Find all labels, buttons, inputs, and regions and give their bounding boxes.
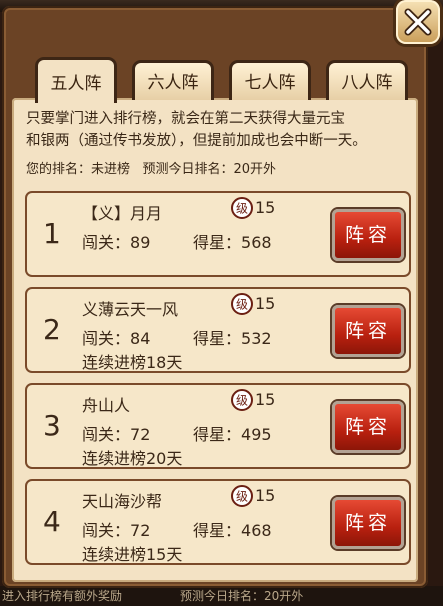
my-rank-info: 您的排名：未进榜 预测今日排名：20开外 [26, 158, 276, 177]
player-level: 15 [255, 390, 276, 409]
rank-row-1: 1 【义】月月 级 15 闯关：89 得星：568 阵容 [25, 191, 411, 277]
intro-line-2: 和银两（通过传书发放），但提前加成也会中断一天。 [26, 133, 367, 149]
svg-text:级: 级 [236, 298, 248, 312]
player-name: 天山海沙帮 [82, 492, 163, 511]
stars-stat: 得星：495 [193, 425, 272, 444]
close-button[interactable] [396, 0, 440, 44]
lineup-button[interactable]: 阵容 [332, 497, 404, 549]
player-level: 15 [255, 294, 276, 313]
player-level: 15 [255, 486, 276, 505]
rank-number: 2 [43, 313, 61, 346]
player-level: 15 [255, 198, 276, 217]
stage-stat: 闯关：84 [82, 329, 151, 348]
tab-six-person[interactable]: 六人阵 [132, 60, 214, 100]
svg-text:级: 级 [236, 490, 248, 504]
streak-text: 连续进榜18天 [82, 353, 183, 372]
level-badge-icon: 级 [231, 389, 253, 411]
stage-stat: 闯关：72 [82, 521, 151, 540]
rank-number: 3 [43, 409, 61, 442]
stage-stat: 闯关：89 [82, 233, 151, 252]
stars-stat: 得星：468 [193, 521, 272, 540]
svg-text:级: 级 [236, 202, 248, 216]
rank-row-2: 2 义薄云天一风 级 15 闯关：84 得星：532 连续进榜18天 阵容 [25, 287, 411, 373]
stage-value: 72 [130, 425, 151, 444]
svg-text:级: 级 [236, 394, 248, 408]
player-name: 舟山人 [82, 396, 131, 415]
stars-value: 468 [241, 521, 272, 540]
player-name: 【义】月月 [82, 204, 163, 223]
level-badge-icon: 级 [231, 293, 253, 315]
stars-value: 568 [241, 233, 272, 252]
tab-five-person[interactable]: 五人阵 [35, 57, 117, 103]
my-rank-label: 您的排名： [26, 162, 92, 177]
streak-text: 连续进榜15天 [82, 545, 183, 564]
stage-value: 72 [130, 521, 151, 540]
lineup-button[interactable]: 阵容 [332, 401, 404, 453]
background-bottom-strip: 进入排行榜有额外奖励 预测今日排名：20开外 [0, 586, 443, 606]
footer-right-text: 预测今日排名：20开外 [180, 589, 304, 603]
level-badge-icon: 级 [231, 197, 253, 219]
lineup-button[interactable]: 阵容 [332, 305, 404, 357]
stage-stat: 闯关：72 [82, 425, 151, 444]
intro-line-1: 只要掌门进入排行榜，就会在第二天获得大量元宝 [26, 111, 345, 127]
level-badge-icon: 级 [231, 485, 253, 507]
streak-text: 连续进榜20天 [82, 449, 183, 468]
intro-text: 只要掌门进入排行榜，就会在第二天获得大量元宝 和银两（通过传书发放），但提前加成… [26, 108, 416, 152]
stars-value: 532 [241, 329, 272, 348]
stars-value: 495 [241, 425, 272, 444]
rank-row-3: 3 舟山人 级 15 闯关：72 得星：495 连续进榜20天 阵容 [25, 383, 411, 469]
predict-rank-label: 预测今日排名： [142, 162, 234, 177]
predict-rank-value: 20开外 [233, 162, 276, 177]
tab-seven-person[interactable]: 七人阵 [229, 60, 311, 100]
rank-number: 1 [43, 217, 61, 250]
stars-stat: 得星：568 [193, 233, 272, 252]
tab-eight-person[interactable]: 八人阵 [326, 60, 408, 100]
stars-stat: 得星：532 [193, 329, 272, 348]
stage-value: 89 [130, 233, 151, 252]
stage-value: 84 [130, 329, 151, 348]
rank-number: 4 [43, 505, 61, 538]
footer-left-text: 进入排行榜有额外奖励 [2, 589, 123, 603]
lineup-button[interactable]: 阵容 [332, 209, 404, 261]
close-icon [404, 8, 432, 36]
my-rank-value: 未进榜 [91, 162, 131, 177]
rank-row-4: 4 天山海沙帮 级 15 闯关：72 得星：468 连续进榜15天 阵容 [25, 479, 411, 565]
player-name: 义薄云天一风 [82, 300, 179, 319]
